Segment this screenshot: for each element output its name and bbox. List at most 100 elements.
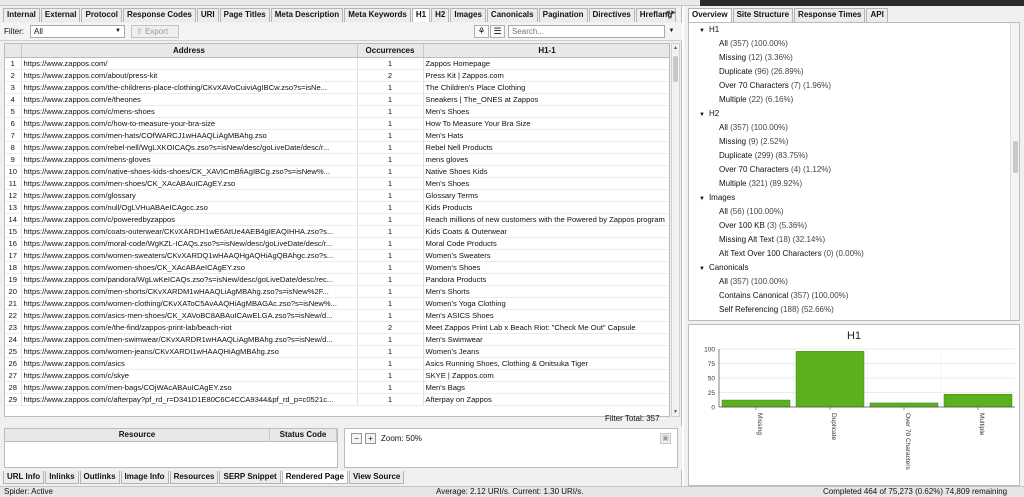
table-row[interactable]: 29 https://www.zappos.com/c/afterpay?pf_r… xyxy=(5,393,669,406)
tree-item-images-all[interactable]: All (56) (100.00%) xyxy=(689,205,1019,219)
tab-h1[interactable]: H1 xyxy=(411,8,431,22)
table-row[interactable]: 2 https://www.zappos.com/about/press-kit 2… xyxy=(5,69,669,82)
bottom-tab-view-source[interactable]: View Source xyxy=(348,471,405,484)
table-row[interactable]: 7 https://www.zappos.com/men-hats/COfWARC… xyxy=(5,129,669,142)
tree-item-h2-missing[interactable]: Missing (9) (2.52%) xyxy=(689,135,1019,149)
tree-item-h1-all[interactable]: All (357) (100.00%) xyxy=(689,37,1019,51)
bottom-tab-serp-snippet[interactable]: SERP Snippet xyxy=(219,471,281,484)
table-row[interactable]: 20 https://www.zappos.com/men-shorts/CKvX… xyxy=(5,285,669,298)
tab-canonicals[interactable]: Canonicals xyxy=(486,8,538,22)
tree-view-button[interactable]: ⚘ xyxy=(474,25,489,38)
table-row[interactable]: 8 https://www.zappos.com/rebel-nell/WgLXK… xyxy=(5,141,669,154)
column-header-occurrences[interactable]: Occurrences xyxy=(357,44,424,58)
tree-item-canonicals-contains-canonical[interactable]: Contains Canonical (357) (100.00%) xyxy=(689,289,1019,303)
triangle-down-icon[interactable]: ▼ xyxy=(699,196,705,202)
table-row[interactable]: 15 https://www.zappos.com/coats-outerwear… xyxy=(5,225,669,238)
right-tab-overview[interactable]: Overview xyxy=(688,8,732,22)
table-row[interactable]: 17 https://www.zappos.com/women-sweaters/… xyxy=(5,249,669,262)
table-row[interactable]: 23 https://www.zappos.com/e/the-find/zapp… xyxy=(5,321,669,334)
table-row[interactable]: 21 https://www.zappos.com/women-clothing/… xyxy=(5,297,669,310)
tab-external[interactable]: External xyxy=(40,8,81,22)
tree-scroll-thumb[interactable] xyxy=(1013,141,1018,173)
tree-item-h1-multiple[interactable]: Multiple (22) (6.16%) xyxy=(689,93,1019,107)
table-row[interactable]: 18 https://www.zappos.com/women-shoes/CK_… xyxy=(5,261,669,274)
tab-protocol[interactable]: Protocol xyxy=(81,8,122,22)
scroll-thumb[interactable] xyxy=(673,56,678,82)
tab-response-codes[interactable]: Response Codes xyxy=(122,8,196,22)
tree-group-canonicals[interactable]: ▼ Canonicals xyxy=(689,261,1019,275)
right-tab-response-times[interactable]: Response Times xyxy=(794,8,866,22)
triangle-down-icon[interactable]: ▼ xyxy=(699,112,705,118)
bottom-tab-url-info[interactable]: URL Info xyxy=(3,471,45,484)
tree-group-h1[interactable]: ▼ H1 xyxy=(689,23,1019,37)
list-view-button[interactable]: ☰ xyxy=(490,25,505,38)
tree-item-h2-over-70-characters[interactable]: Over 70 Characters (4) (1.12%) xyxy=(689,163,1019,177)
table-row[interactable]: 5 https://www.zappos.com/c/mens-shoes 1 Men… xyxy=(5,105,669,118)
table-row[interactable]: 19 https://www.zappos.com/pandora/WgLwKeI… xyxy=(5,273,669,286)
bottom-tab-outlinks[interactable]: Outlinks xyxy=(79,471,120,484)
tree-item-images-alt-text-over-100-characters[interactable]: Alt Text Over 100 Characters (0) (0.00%) xyxy=(689,247,1019,261)
bottom-tab-rendered-page[interactable]: Rendered Page xyxy=(281,471,348,484)
tree-item-h1-missing[interactable]: Missing (12) (3.36%) xyxy=(689,51,1019,65)
tree-item-canonicals-self-referencing[interactable]: Self Referencing (188) (52.66%) xyxy=(689,303,1019,317)
tab-scroll-arrows[interactable]: ◀ ▶ xyxy=(665,9,676,16)
bottom-tab-image-info[interactable]: Image Info xyxy=(120,471,169,484)
right-tab-site-structure[interactable]: Site Structure xyxy=(732,8,794,22)
table-row[interactable]: 16 https://www.zappos.com/moral-code/WgKZ… xyxy=(5,237,669,250)
table-row[interactable]: 10 https://www.zappos.com/native-shoes-ki… xyxy=(5,165,669,178)
triangle-down-icon[interactable]: ▼ xyxy=(699,28,705,34)
tree-group-images[interactable]: ▼ Images xyxy=(689,191,1019,205)
right-tab-api[interactable]: API xyxy=(866,8,888,22)
table-row[interactable]: 1 https://www.zappos.com/1 Zappos Homepage xyxy=(5,57,669,70)
resource-column-header[interactable]: Resource xyxy=(5,429,270,441)
zoom-in-icon[interactable]: + xyxy=(365,433,376,444)
bottom-tab-inlinks[interactable]: Inlinks xyxy=(45,471,79,484)
search-dropdown-icon[interactable]: ▼ xyxy=(666,25,677,38)
tab-pagination[interactable]: Pagination xyxy=(538,8,588,22)
tab-internal[interactable]: Internal xyxy=(3,8,40,22)
table-row[interactable]: 27 https://www.zappos.com/c/skye 1 SKYE | Z… xyxy=(5,369,669,382)
tab-directives[interactable]: Directives xyxy=(588,8,635,22)
triangle-down-icon[interactable]: ▼ xyxy=(699,266,705,272)
save-icon[interactable]: ▣ xyxy=(660,433,671,444)
table-row[interactable]: 25 https://www.zappos.com/women-jeans/CKv… xyxy=(5,345,669,358)
column-header-address[interactable]: Address xyxy=(21,44,358,58)
search-input[interactable] xyxy=(508,25,665,38)
tab-page-titles[interactable]: Page Titles xyxy=(219,8,270,22)
column-header-index[interactable] xyxy=(5,44,22,58)
tree-item-h1-duplicate[interactable]: Duplicate (96) (26.89%) xyxy=(689,65,1019,79)
zoom-out-icon[interactable]: − xyxy=(351,433,362,444)
tree-item-images-over-100-kb[interactable]: Over 100 KB (3) (5.36%) xyxy=(689,219,1019,233)
tab-images[interactable]: Images xyxy=(450,8,486,22)
status-code-column-header[interactable]: Status Code xyxy=(270,429,337,441)
table-row[interactable]: 14 https://www.zappos.com/c/poweredbyzapp… xyxy=(5,213,669,226)
table-row[interactable]: 11 https://www.zappos.com/men-shoes/CK_XA… xyxy=(5,177,669,190)
tab-uri[interactable]: URI xyxy=(196,8,219,22)
tree-item-h2-multiple[interactable]: Multiple (321) (89.92%) xyxy=(689,177,1019,191)
tree-group-h2[interactable]: ▼ H2 xyxy=(689,107,1019,121)
tab-meta-description[interactable]: Meta Description xyxy=(270,8,344,22)
table-row[interactable]: 9 https://www.zappos.com/mens-gloves 1 mens… xyxy=(5,153,669,166)
tab-meta-keywords[interactable]: Meta Keywords xyxy=(344,8,411,22)
filter-select[interactable]: All ▼ xyxy=(30,25,125,38)
scroll-up-icon[interactable]: ▲ xyxy=(672,45,679,51)
tree-item-images-missing-alt-text[interactable]: Missing Alt Text (18) (32.14%) xyxy=(689,233,1019,247)
table-row[interactable]: 22 https://www.zappos.com/asics-men-shoes… xyxy=(5,309,669,322)
tree-item-canonicals-all[interactable]: All (357) (100.00%) xyxy=(689,275,1019,289)
table-row[interactable]: 26 https://www.zappos.com/asics 1 Asics Run… xyxy=(5,357,669,370)
table-row[interactable]: 4 https://www.zappos.com/e/theones 1 Sneake… xyxy=(5,93,669,106)
table-scrollbar[interactable]: ▲ ▼ xyxy=(671,43,680,417)
table-row[interactable]: 28 https://www.zappos.com/men-bags/COjWAc… xyxy=(5,381,669,394)
table-row[interactable]: 12 https://www.zappos.com/glossary 1 Glossa… xyxy=(5,189,669,202)
table-row[interactable]: 24 https://www.zappos.com/men-swimwear/CK… xyxy=(5,333,669,346)
tree-scrollbar[interactable] xyxy=(1010,23,1019,320)
table-row[interactable]: 6 https://www.zappos.com/c/how-to-measure… xyxy=(5,117,669,130)
tab-h2[interactable]: H2 xyxy=(431,8,450,22)
scroll-down-icon[interactable]: ▼ xyxy=(672,409,679,415)
tree-item-h2-duplicate[interactable]: Duplicate (299) (83.75%) xyxy=(689,149,1019,163)
tree-item-h2-all[interactable]: All (357) (100.00%) xyxy=(689,121,1019,135)
column-header-h1-1[interactable]: H1-1 xyxy=(423,44,669,58)
table-row[interactable]: 3 https://www.zappos.com/the-childrens-pl… xyxy=(5,81,669,94)
bottom-tab-resources[interactable]: Resources xyxy=(169,471,219,484)
tree-item-h1-over-70-characters[interactable]: Over 70 Characters (7) (1.96%) xyxy=(689,79,1019,93)
